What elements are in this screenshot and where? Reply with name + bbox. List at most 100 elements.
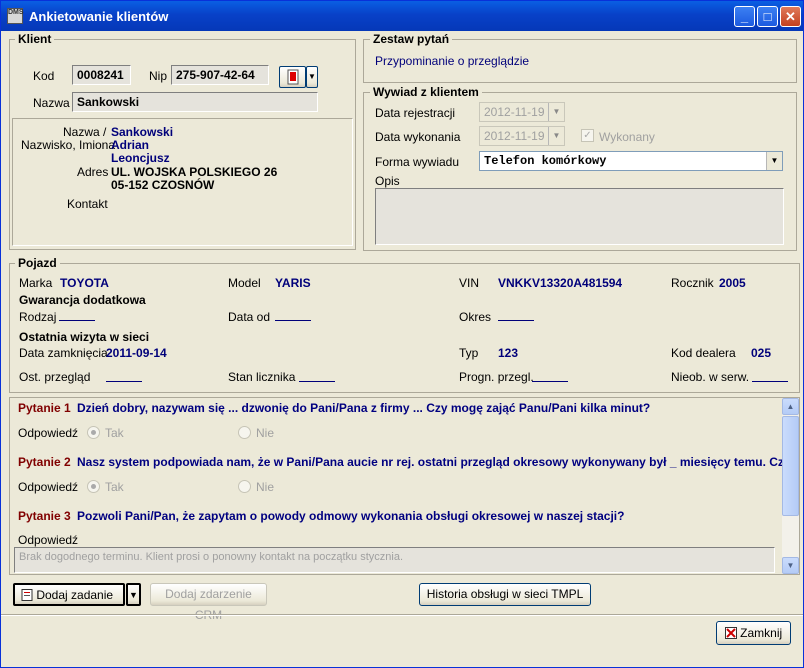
client-card-button[interactable] [279, 66, 306, 88]
question-1-text: Dzień dobry, nazywam się ... dzwonię do … [77, 401, 651, 415]
nieob-label: Nieob. w serw. [671, 370, 750, 384]
data-rejestracji-value: 2012-11-19 [484, 105, 545, 119]
nazwa-nazwisko-label: Nazwa / [63, 125, 107, 139]
nieob-value [752, 370, 788, 382]
zestaw-title: Zestaw pytań [370, 32, 453, 46]
close-x-icon [724, 627, 737, 639]
nip-label: Nip [149, 69, 168, 83]
nip-field[interactable]: 275-907-42-64 [171, 65, 269, 85]
data-zamkniecia-label: Data zamknięcia [19, 346, 108, 360]
historia-obslugi-button[interactable]: Historia obsługi w sieci TMPL [419, 583, 591, 606]
forma-wywiadu-label: Forma wywiadu [375, 155, 460, 169]
questions-panel[interactable]: Pytanie 1 Dzień dobry, nazywam się ... d… [9, 397, 800, 575]
typ-label: Typ [459, 346, 479, 360]
adres-line1: UL. WOJSKA POLSKIEGO 26 [111, 165, 278, 179]
question-1-answer-label: Odpowiedź [18, 426, 79, 440]
data-wykonania-field[interactable]: 2012-11-19 ▼ [479, 126, 565, 146]
rocznik-value: 2005 [719, 276, 746, 290]
ost-przeglad-label: Ost. przegląd [19, 370, 91, 384]
marka-label: Marka [19, 276, 53, 290]
opis-label: Opis [375, 174, 400, 188]
question-1-yes-radio[interactable] [87, 426, 100, 439]
dodaj-zadanie-button[interactable]: Dodaj zadanie [13, 583, 125, 606]
ost-przeglad-value [106, 370, 142, 382]
question-2-no-radio[interactable] [238, 480, 251, 493]
model-value: YARIS [275, 276, 311, 290]
client-card-dropdown[interactable]: ▼ [306, 66, 318, 88]
rodzaj-value [59, 309, 95, 321]
forma-wywiadu-select[interactable]: Telefon komórkowy ▼ [479, 151, 783, 171]
nazwa-field[interactable]: Sankowski [72, 92, 318, 112]
window-title: Ankietowanie klientów [29, 9, 169, 24]
questions-scrollbar[interactable]: ▲ ▼ [782, 398, 799, 574]
data-zamkniecia-value: 2011-09-14 [106, 346, 167, 360]
kod-label: Kod [33, 69, 55, 83]
rodzaj-label: Rodzaj [19, 310, 57, 324]
scroll-up-icon[interactable]: ▲ [782, 398, 799, 415]
zamknij-button[interactable]: Zamknij [716, 621, 791, 645]
klient-title: Klient [15, 32, 55, 46]
okres-label: Okres [459, 310, 492, 324]
zestaw-value: Przypominanie o przeglądzie [375, 54, 530, 68]
forma-wywiadu-value: Telefon komórkowy [484, 154, 607, 168]
nazwa-label: Nazwa [33, 96, 70, 110]
question-2-answer-label: Odpowiedź [18, 480, 79, 494]
data-od-value [275, 309, 311, 321]
typ-value: 123 [498, 346, 519, 360]
dodaj-zadanie-label: Dodaj zadanie [36, 588, 114, 602]
app-icon: DMS [7, 8, 24, 24]
question-3-answer-textarea[interactable]: Brak dogodnego terminu. Klient prosi o p… [14, 547, 775, 573]
data-rejestracji-label: Data rejestracji [375, 106, 456, 120]
wywiad-title: Wywiad z klientem [370, 85, 482, 99]
imie1-value: Adrian [111, 138, 150, 152]
data-wykonania-label: Data wykonania [375, 130, 461, 144]
chevron-down-icon: ▼ [129, 590, 138, 600]
main-window: DMS Ankietowanie klientów _ □ ✕ Klient K… [0, 0, 804, 668]
wykonany-checkbox[interactable]: ✓ [581, 129, 594, 142]
question-1-no-label: Nie [256, 426, 275, 440]
progn-value [532, 370, 568, 382]
data-rejestracji-field[interactable]: 2012-11-19 ▼ [479, 102, 565, 122]
chevron-down-icon: ▼ [766, 152, 782, 170]
okres-value [498, 309, 534, 321]
phone-book-icon [287, 69, 298, 85]
stan-licznika-label: Stan licznika [228, 370, 296, 384]
question-1-no-radio[interactable] [238, 426, 251, 439]
title-bar[interactable]: DMS Ankietowanie klientów _ □ ✕ [1, 1, 803, 31]
nazwisko-imiona-label: Nazwisko, Imiona [21, 138, 116, 152]
kontakt-label: Kontakt [67, 197, 108, 211]
data-od-label: Data od [228, 310, 271, 324]
chevron-down-icon: ▼ [548, 103, 564, 121]
pojazd-title: Pojazd [15, 256, 60, 270]
question-3-text: Pozwoli Pani/Pan, że zapytam o powody od… [77, 509, 625, 523]
dodaj-zdarzenie-crm-button[interactable]: Dodaj zdarzenie CRM [150, 583, 267, 622]
question-3-label: Pytanie 3 [18, 509, 71, 523]
gwarancja-title: Gwarancja dodatkowa [19, 293, 146, 307]
kod-dealera-value: 025 [751, 346, 772, 360]
scroll-thumb[interactable] [782, 416, 799, 516]
scroll-down-icon[interactable]: ▼ [782, 557, 799, 574]
adres-label: Adres [77, 165, 109, 179]
footer-separator [1, 614, 803, 616]
marka-value: TOYOTA [60, 276, 109, 290]
kod-dealera-label: Kod dealera [671, 346, 736, 360]
wizyta-title: Ostatnia wizyta w sieci [19, 330, 150, 344]
question-2-yes-radio[interactable] [87, 480, 100, 493]
chevron-down-icon: ▼ [548, 127, 564, 145]
imie2-value: Leoncjusz [111, 151, 170, 165]
progn-label: Progn. przegl. [459, 370, 534, 384]
wykonany-label: Wykonany [599, 130, 655, 144]
maximize-button[interactable]: □ [757, 6, 778, 27]
dodaj-zadanie-dropdown[interactable]: ▼ [126, 583, 141, 606]
question-2-text: Nasz system podpowiada nam, że w Pani/Pa… [77, 455, 791, 469]
adres-line2: 05-152 CZOSNÓW [111, 178, 215, 192]
vin-value: VNKKV13320A481594 [498, 276, 623, 290]
kod-field[interactable]: 0008241 [72, 65, 131, 85]
minimize-button[interactable]: _ [734, 6, 755, 27]
task-icon [21, 589, 33, 601]
opis-textarea[interactable] [375, 188, 784, 245]
question-2-label: Pytanie 2 [18, 455, 71, 469]
question-2-no-label: Nie [256, 480, 275, 494]
question-1-label: Pytanie 1 [18, 401, 71, 415]
close-button[interactable]: ✕ [780, 6, 801, 27]
